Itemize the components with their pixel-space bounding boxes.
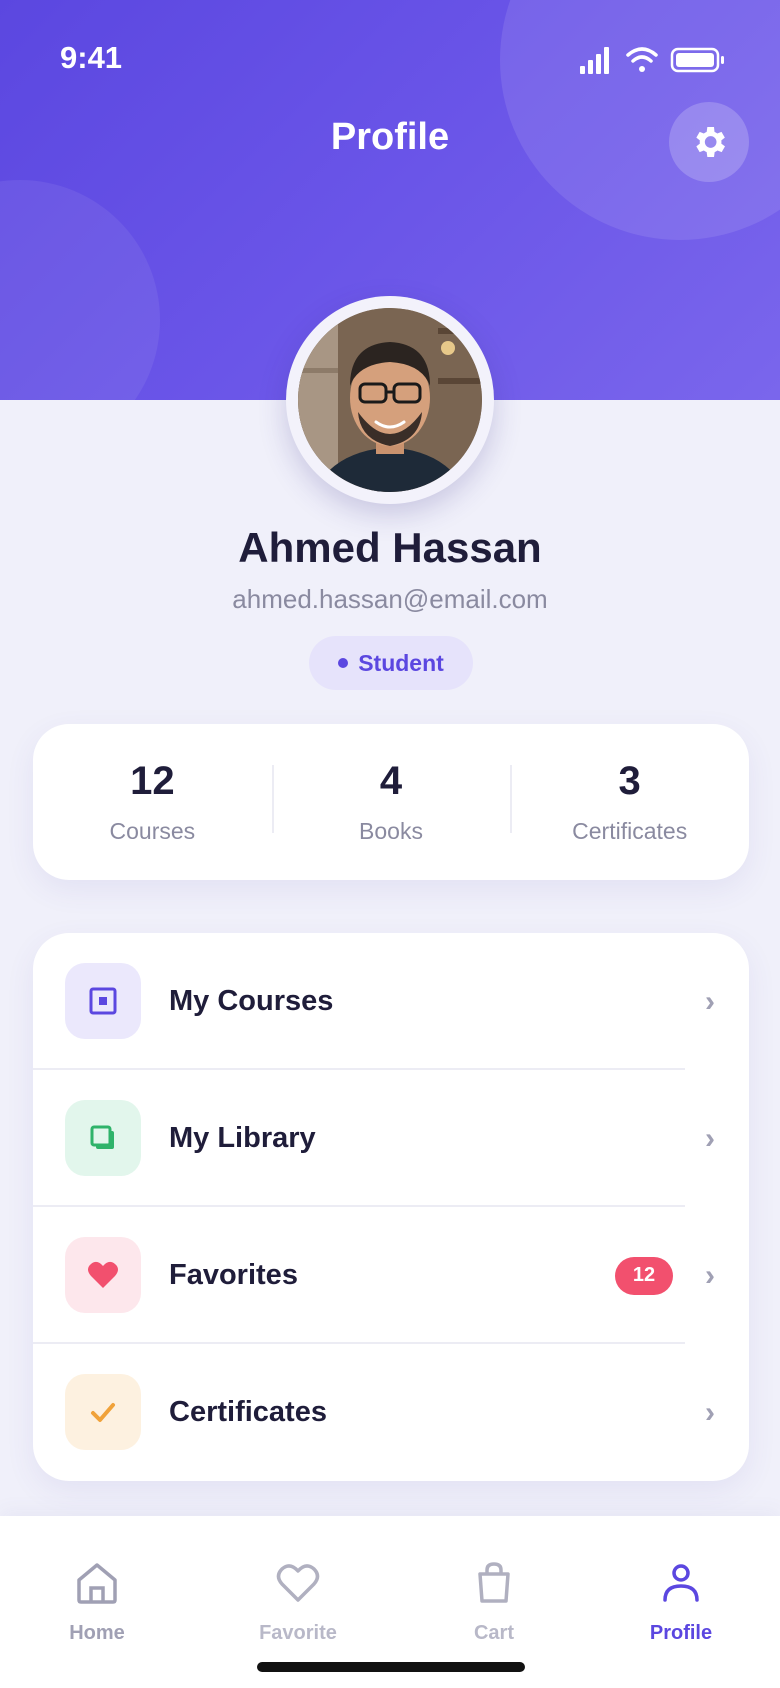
menu-icon-box xyxy=(65,963,141,1039)
user-email: ahmed.hassan@email.com xyxy=(232,584,548,614)
decor-bubble xyxy=(0,180,160,400)
menu-item-my-courses[interactable]: My Courses › xyxy=(33,933,749,1070)
favorites-count-badge: 12 xyxy=(615,1256,673,1295)
stat-value: 3 xyxy=(618,759,641,803)
chevron-right-icon: › xyxy=(705,1258,715,1292)
tab-label: Favorite xyxy=(259,1622,337,1644)
menu-item-certificates[interactable]: Certificates › xyxy=(33,1344,749,1481)
book-icon xyxy=(90,1125,114,1149)
tab-cart[interactable]: Cart xyxy=(414,1560,574,1645)
menu-item-favorites[interactable]: Favorites 12 › xyxy=(33,1207,749,1344)
heart-outline-icon xyxy=(276,1564,320,1602)
battery-icon xyxy=(670,47,724,73)
settings-button[interactable] xyxy=(669,102,749,182)
menu-label: Favorites xyxy=(169,1259,298,1291)
menu-item-my-library[interactable]: My Library › xyxy=(33,1070,749,1207)
home-icon xyxy=(77,1563,117,1604)
chevron-right-icon: › xyxy=(705,984,715,1018)
wifi-icon xyxy=(626,47,658,72)
menu-label: My Courses xyxy=(169,985,334,1017)
menu-icon-box xyxy=(65,1100,141,1176)
avatar xyxy=(298,308,482,492)
avatar-frame[interactable] xyxy=(286,296,494,504)
check-icon xyxy=(91,1403,115,1422)
role-label: Student xyxy=(358,649,444,676)
stat-value: 12 xyxy=(130,759,175,803)
stat-label: Certificates xyxy=(572,818,688,844)
user-name: Ahmed Hassan xyxy=(238,524,542,571)
status-icons xyxy=(580,47,724,74)
tab-label: Profile xyxy=(649,1622,713,1644)
tab-favorite[interactable]: Favorite xyxy=(218,1560,378,1645)
stat-books[interactable]: 4 Books xyxy=(271,759,511,845)
stat-courses[interactable]: 12 Courses xyxy=(33,759,272,845)
tab-label: Cart xyxy=(473,1622,514,1644)
menu-icon-box xyxy=(65,1237,141,1313)
stat-value: 4 xyxy=(379,759,403,803)
menu-icon-box xyxy=(65,1374,141,1450)
role-badge: Student xyxy=(309,636,473,690)
home-indicator xyxy=(257,1662,525,1672)
tab-home[interactable]: Home xyxy=(17,1560,177,1645)
tab-label: Home xyxy=(69,1622,125,1644)
avatar-photo xyxy=(298,308,482,492)
menu-label: Certificates xyxy=(169,1396,327,1428)
stat-certificates[interactable]: 3 Certificates xyxy=(510,759,749,845)
user-icon xyxy=(663,1564,699,1602)
chevron-right-icon: › xyxy=(705,1121,715,1155)
role-dot xyxy=(338,658,349,668)
heart-icon xyxy=(88,1261,118,1288)
course-icon xyxy=(89,987,117,1015)
menu-card: My Courses › My Library › Favorites 12 ›… xyxy=(33,933,749,1481)
stat-label: Courses xyxy=(109,818,196,844)
stats-card: 12 Courses 4 Books 3 Certificates xyxy=(33,724,749,880)
chevron-right-icon: › xyxy=(705,1395,715,1429)
gear-icon xyxy=(696,127,725,157)
tab-profile[interactable]: Profile xyxy=(601,1560,761,1645)
page-title: Profile xyxy=(330,116,450,158)
cellular-signal-icon xyxy=(580,47,609,74)
menu-label: My Library xyxy=(169,1122,316,1154)
shopping-bag-icon xyxy=(478,1562,510,1603)
stat-label: Books xyxy=(359,818,423,844)
status-time: 9:41 xyxy=(60,40,123,75)
